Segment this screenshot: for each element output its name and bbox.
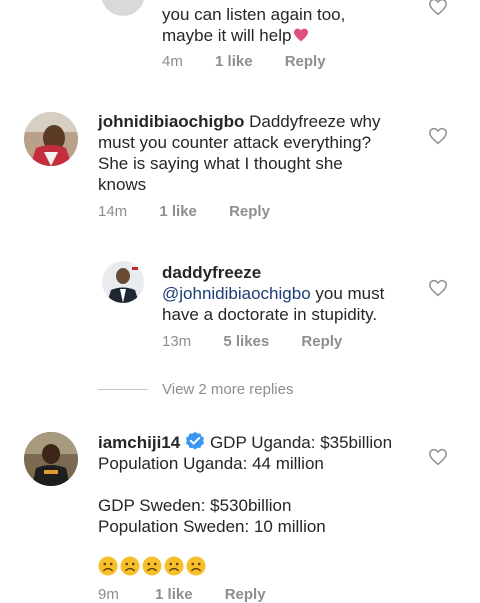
- comment-line: GDP Sweden: $530billion: [98, 496, 292, 515]
- comment-line: have a doctorate in stupidity.: [162, 305, 378, 324]
- comment-line: maybe it will help: [162, 26, 292, 45]
- comment-text: daddyfreeze @johnidibiaochigbo you must …: [162, 262, 426, 325]
- comment-meta: 13m 5 likes Reply: [162, 333, 342, 350]
- likes-count[interactable]: 1 like: [159, 203, 197, 220]
- frowning-face-emoji: [98, 556, 118, 576]
- mention-link[interactable]: @johnidibiaochigbo: [162, 284, 311, 303]
- frowning-face-emoji: [120, 556, 140, 576]
- reply-button[interactable]: Reply: [301, 333, 342, 350]
- avatar[interactable]: [24, 112, 78, 166]
- comment-time: 13m: [162, 333, 192, 350]
- comment-line: knows: [98, 175, 147, 194]
- reply-button[interactable]: Reply: [229, 203, 270, 220]
- like-heart-icon[interactable]: [428, 0, 448, 16]
- comment-line: you must: [310, 284, 385, 303]
- verified-badge-icon: [185, 431, 205, 451]
- comment-meta: 4m 1 like Reply: [162, 53, 326, 70]
- comment-username[interactable]: daddyfreeze: [162, 262, 426, 283]
- likes-count[interactable]: 5 likes: [223, 333, 269, 350]
- pink-heart-emoji: [293, 26, 309, 42]
- comment-time: 9m: [98, 586, 119, 603]
- view-more-replies-button[interactable]: View 2 more replies: [162, 381, 293, 398]
- frowning-face-emoji: [186, 556, 206, 576]
- comment-line: must you counter attack everything?: [98, 133, 372, 152]
- comment-text: iamchiji14 GDP Uganda: $35billion Popula…: [98, 431, 428, 537]
- replies-divider: [98, 389, 148, 390]
- like-heart-icon[interactable]: [428, 448, 448, 466]
- avatar[interactable]: [24, 432, 78, 486]
- reply-button[interactable]: Reply: [285, 53, 326, 70]
- comment-line: you can listen again too,: [162, 5, 346, 24]
- like-heart-icon[interactable]: [428, 127, 448, 145]
- avatar[interactable]: [101, 0, 145, 16]
- comment-line: GDP Uganda: $35billion: [205, 433, 393, 452]
- like-heart-icon[interactable]: [428, 279, 448, 297]
- comment-username[interactable]: iamchiji14: [98, 433, 180, 452]
- avatar[interactable]: [102, 261, 144, 303]
- comment-meta: 14m 1 like Reply: [98, 203, 270, 220]
- likes-count[interactable]: 1 like: [215, 53, 253, 70]
- frowning-face-emoji: [142, 556, 162, 576]
- comment-line: Population Uganda: 44 million: [98, 454, 324, 473]
- comment-line: She is saying what I thought she: [98, 154, 343, 173]
- comment-line: Population Sweden: 10 million: [98, 517, 326, 536]
- comment-text: johnidibiaochigbo Daddyfreeze why must y…: [98, 111, 428, 195]
- reply-button[interactable]: Reply: [225, 586, 266, 603]
- likes-count[interactable]: 1 like: [155, 586, 193, 603]
- comment-time: 14m: [98, 203, 128, 220]
- emoji-row: [98, 556, 208, 576]
- comment-username[interactable]: johnidibiaochigbo: [98, 112, 244, 131]
- comment-time: 4m: [162, 53, 183, 70]
- comment-line: Daddyfreeze why: [244, 112, 381, 131]
- comment-text: you can listen again too, maybe it will …: [162, 4, 422, 46]
- frowning-face-emoji: [164, 556, 184, 576]
- comment-meta: 9m 1 like Reply: [98, 586, 266, 603]
